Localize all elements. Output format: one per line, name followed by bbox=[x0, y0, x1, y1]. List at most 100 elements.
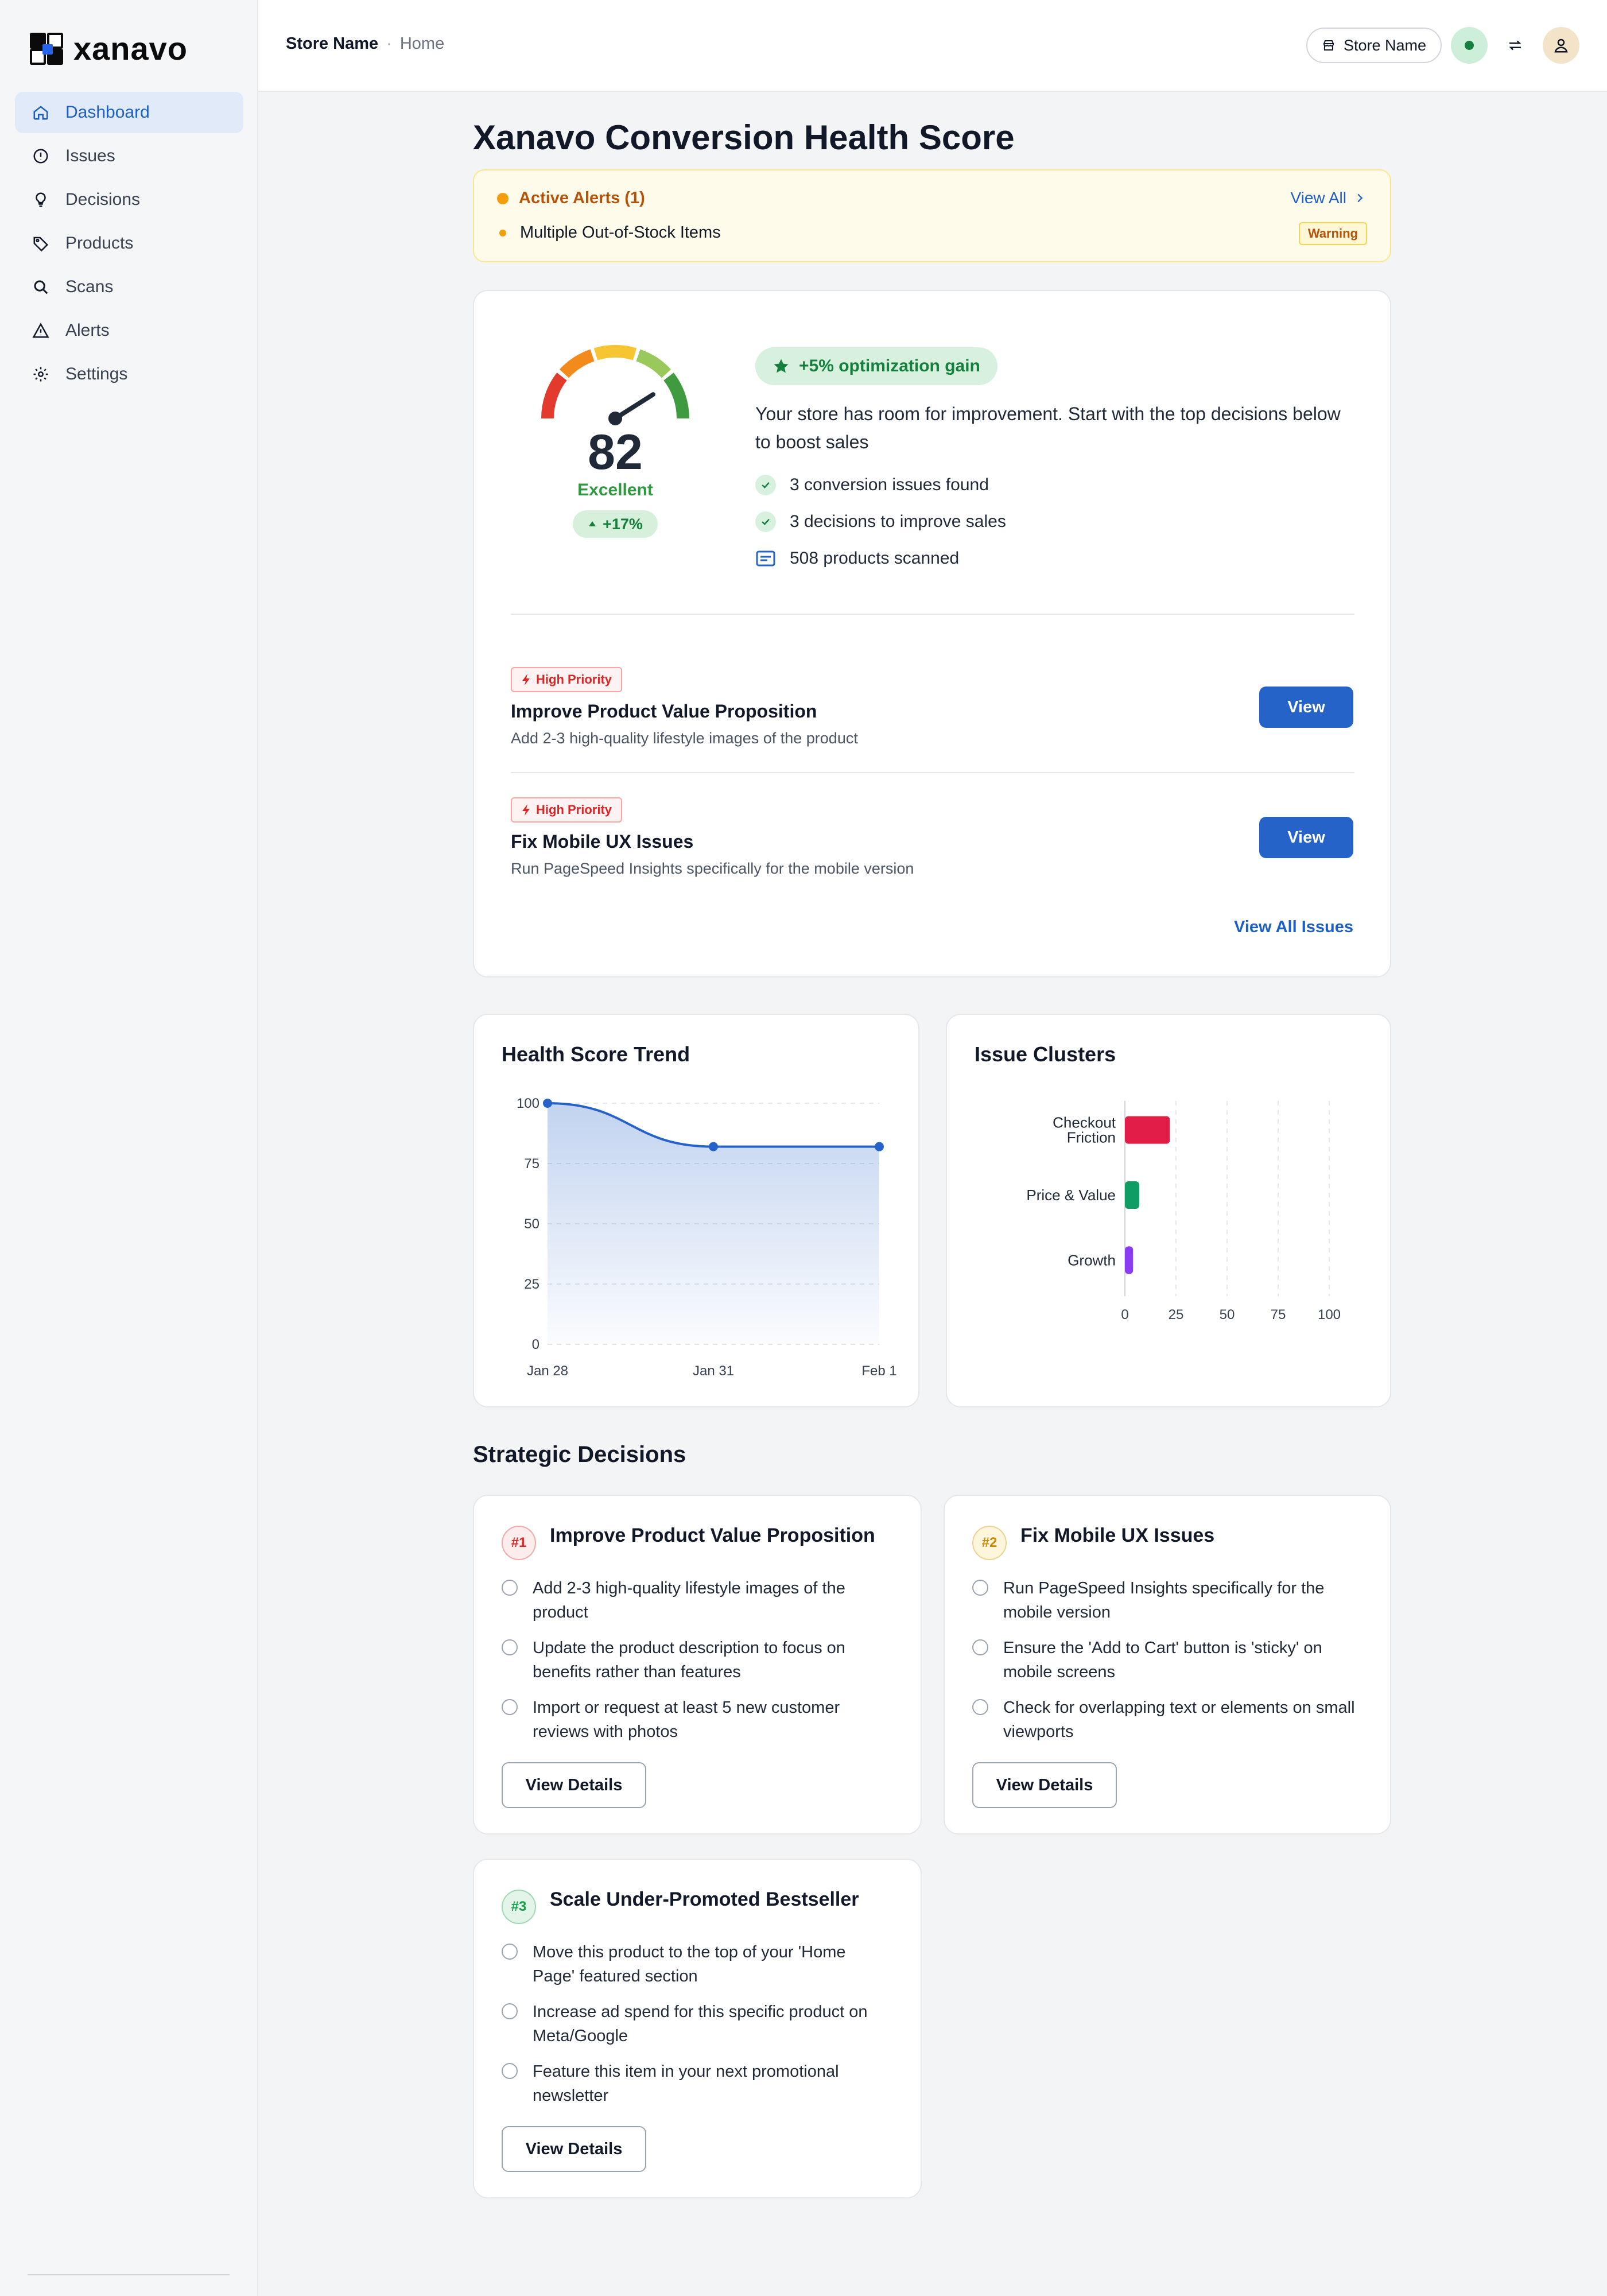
checklist-text: Check for overlapping text or elements o… bbox=[1003, 1698, 1355, 1741]
view-all-alerts-link[interactable]: View All bbox=[1290, 189, 1366, 207]
user-icon bbox=[1554, 38, 1568, 53]
category-label: Friction bbox=[1067, 1129, 1116, 1146]
sidebar-item-label: Alerts bbox=[65, 321, 110, 340]
sidebar-item-label: Settings bbox=[65, 364, 128, 383]
breadcrumb-store[interactable]: Store Name bbox=[286, 34, 378, 53]
issue-clusters-chart: 0 25 50 75 100CheckoutFrictionPrice & ValueG… bbox=[1026, 1101, 1341, 1322]
view-details-button[interactable]: View Details bbox=[502, 2126, 646, 2172]
sidebar-item-alerts[interactable]: Alerts bbox=[15, 310, 243, 351]
section-title: Strategic Decisions bbox=[473, 1442, 686, 1467]
sidebar-item-decisions[interactable]: Decisions bbox=[15, 179, 243, 220]
checklist-item[interactable]: Run PageSpeed Insights specifically for … bbox=[972, 1576, 1363, 1624]
lightning-icon bbox=[522, 674, 530, 685]
tag-icon bbox=[33, 236, 49, 252]
radio-circle-icon[interactable] bbox=[972, 1580, 988, 1596]
stat-products-scanned: 508 products scanned bbox=[755, 548, 959, 569]
alert-item[interactable]: Multiple Out-of-Stock Items bbox=[497, 223, 721, 242]
decision-title: Improve Product Value Proposition bbox=[550, 1525, 875, 1546]
x-tick-label: 75 bbox=[1271, 1307, 1286, 1322]
connection-status-indicator[interactable] bbox=[1451, 27, 1488, 64]
sidebar-item-label: Products bbox=[65, 234, 134, 253]
alerts-heading: Active Alerts (1) bbox=[497, 189, 645, 208]
x-tick-label: 50 bbox=[1220, 1307, 1235, 1322]
checklist-item[interactable]: Feature this item in your next promotion… bbox=[502, 2060, 892, 2108]
page-title: Xanavo Conversion Health Score bbox=[473, 118, 1015, 157]
radio-circle-icon[interactable] bbox=[972, 1699, 988, 1715]
priority-label: High Priority bbox=[536, 802, 612, 817]
logo[interactable]: xanavo bbox=[30, 30, 188, 67]
alert-item-text: Multiple Out-of-Stock Items bbox=[520, 223, 721, 242]
high-priority-badge: High Priority bbox=[511, 667, 623, 692]
user-menu-button[interactable] bbox=[1543, 27, 1579, 64]
sidebar-item-dashboard[interactable]: Dashboard bbox=[15, 92, 243, 133]
score-change-badge: +17% bbox=[573, 510, 658, 538]
trend-area bbox=[548, 1103, 879, 1344]
gauge-pivot bbox=[608, 412, 622, 425]
view-all-issues-link[interactable]: View All Issues bbox=[1234, 918, 1353, 937]
document-icon bbox=[755, 548, 776, 569]
decision-title: Fix Mobile UX Issues bbox=[1020, 1525, 1215, 1546]
score-description: Your store has room for improvement. Sta… bbox=[755, 404, 1341, 452]
checklist-text: Feature this item in your next promotion… bbox=[533, 2062, 839, 2105]
radio-circle-icon[interactable] bbox=[502, 1699, 518, 1715]
issue-title: Improve Product Value Proposition bbox=[511, 701, 817, 722]
view-issue-button[interactable]: View bbox=[1259, 817, 1353, 858]
lightbulb-icon bbox=[36, 192, 46, 207]
priority-label: High Priority bbox=[536, 672, 612, 687]
y-tick-label: 75 bbox=[524, 1156, 539, 1172]
health-gauge bbox=[541, 345, 690, 425]
view-all-label: View All bbox=[1290, 189, 1346, 207]
checklist-item[interactable]: Import or request at least 5 new custome… bbox=[502, 1696, 892, 1744]
x-tick-label: Feb 1 bbox=[861, 1363, 896, 1379]
sidebar-nav: Dashboard Issues Decisions Products Scan… bbox=[15, 92, 243, 397]
y-tick-label: 0 bbox=[532, 1337, 539, 1352]
store-selector-button[interactable]: Store Name bbox=[1306, 28, 1442, 63]
bar bbox=[1125, 1116, 1170, 1144]
breadcrumb: Store Name · Home bbox=[286, 34, 444, 53]
alerts-heading-text: Active Alerts (1) bbox=[519, 189, 645, 207]
checklist-text: Import or request at least 5 new custome… bbox=[533, 1698, 840, 1741]
stat-text: 508 products scanned bbox=[790, 549, 960, 568]
divider bbox=[511, 614, 1354, 615]
view-details-button[interactable]: View Details bbox=[502, 1762, 646, 1808]
checklist-item[interactable]: Check for overlapping text or elements o… bbox=[972, 1696, 1363, 1744]
checklist-item[interactable]: Ensure the 'Add to Cart' button is 'stic… bbox=[972, 1636, 1363, 1684]
decision-checklist: Run PageSpeed Insights specifically for … bbox=[972, 1576, 1363, 1755]
store-button-label: Store Name bbox=[1343, 36, 1427, 54]
view-details-button[interactable]: View Details bbox=[972, 1762, 1117, 1808]
radio-circle-icon[interactable] bbox=[502, 2003, 518, 2019]
view-issue-button[interactable]: View bbox=[1259, 687, 1353, 728]
checklist-item[interactable]: Move this product to the top of your 'Ho… bbox=[502, 1940, 892, 1988]
optimization-gain-pill: +5% optimization gain bbox=[755, 347, 997, 385]
bar bbox=[1125, 1246, 1134, 1274]
check-icon bbox=[755, 475, 776, 495]
checklist-item[interactable]: Update the product description to focus … bbox=[502, 1636, 892, 1684]
rank-badge: #2 bbox=[972, 1526, 1007, 1560]
y-tick-label: 100 bbox=[517, 1096, 539, 1111]
radio-circle-icon[interactable] bbox=[972, 1639, 988, 1655]
issue-clusters-card: Issue Clusters 0 25 50 75 100 Checkout Frictio… bbox=[946, 1014, 1391, 1407]
decision-checklist: Add 2-3 high-quality lifestyle images of… bbox=[502, 1576, 892, 1755]
x-tick-label: 0 bbox=[1121, 1307, 1128, 1322]
checklist-text: Add 2-3 high-quality lifestyle images of… bbox=[533, 1579, 845, 1622]
trend-point bbox=[709, 1142, 718, 1151]
sidebar-item-issues[interactable]: Issues bbox=[15, 135, 243, 177]
check-icon bbox=[755, 511, 776, 532]
sync-button[interactable] bbox=[1497, 27, 1534, 64]
radio-circle-icon[interactable] bbox=[502, 1580, 518, 1596]
sidebar-item-products[interactable]: Products bbox=[15, 223, 243, 264]
status-dot bbox=[1465, 41, 1474, 50]
checklist-item[interactable]: Increase ad spend for this specific prod… bbox=[502, 2000, 892, 2048]
rank-badge: #3 bbox=[502, 1890, 536, 1924]
star-icon bbox=[774, 359, 789, 373]
y-tick-label: 25 bbox=[524, 1277, 539, 1292]
sidebar-item-scans[interactable]: Scans bbox=[15, 266, 243, 308]
sidebar-item-settings[interactable]: Settings bbox=[15, 354, 243, 395]
sidebar-divider bbox=[28, 2274, 230, 2275]
health-score-card: 82 Excellent +17% +5% optimization gain … bbox=[473, 290, 1391, 978]
store-icon bbox=[1323, 40, 1334, 51]
checklist-item[interactable]: Add 2-3 high-quality lifestyle images of… bbox=[502, 1576, 892, 1624]
radio-circle-icon[interactable] bbox=[502, 1639, 518, 1655]
radio-circle-icon[interactable] bbox=[502, 1944, 518, 1960]
radio-circle-icon[interactable] bbox=[502, 2063, 518, 2079]
